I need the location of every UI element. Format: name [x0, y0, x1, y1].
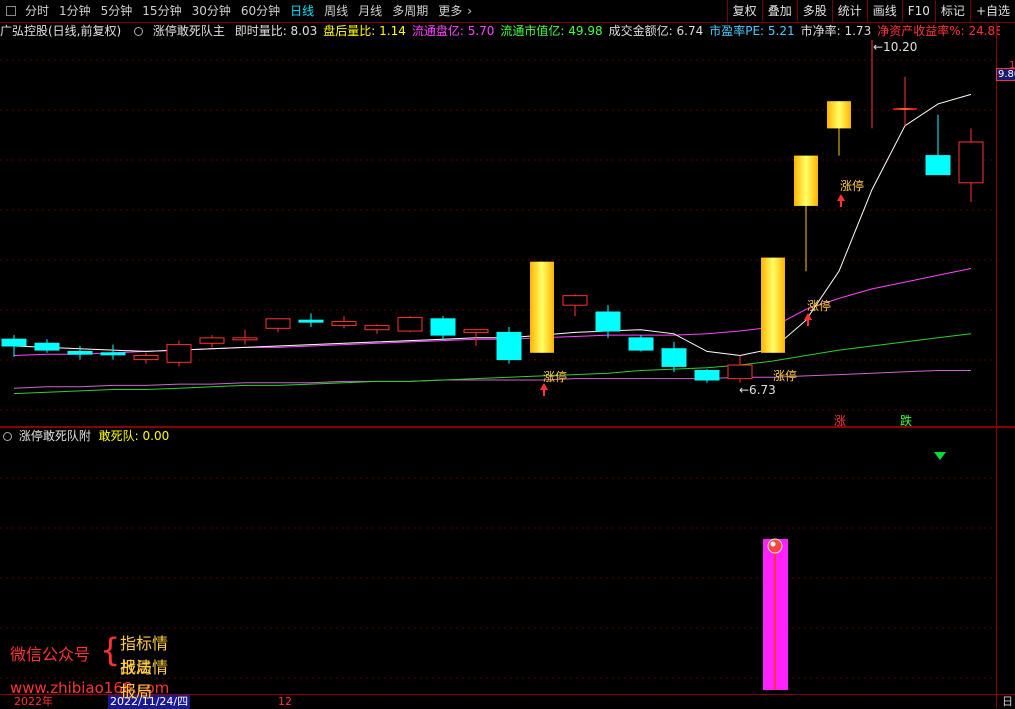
- candle-body: [100, 352, 126, 356]
- candle-body: [727, 364, 753, 380]
- candle-body: [298, 319, 324, 323]
- ma-thin-line: [13, 370, 971, 389]
- info-item-1: 盘后量比: 1.14: [323, 24, 406, 38]
- toolbar-button-6[interactable]: 标记: [934, 0, 970, 22]
- info-item-5: 市盈率PE: 5.21: [709, 24, 795, 38]
- period-tab-2[interactable]: 5分钟: [96, 0, 138, 22]
- watermark-left: 微信公众号: [10, 645, 91, 664]
- kline-chart[interactable]: 涨停 涨停涨停涨停←10.20←6.73涨跌: [0, 40, 1000, 426]
- candle-body: [958, 141, 984, 184]
- period-tab-6[interactable]: 日线: [285, 0, 319, 22]
- candle-body: [133, 355, 159, 361]
- month-label: 12: [278, 695, 292, 708]
- toolbar-button-5[interactable]: F10: [901, 0, 935, 22]
- more-arrow-icon[interactable]: ›: [467, 0, 477, 22]
- candle-body: [794, 155, 818, 206]
- candle-body: [364, 325, 390, 331]
- period-tab-0[interactable]: 分时: [20, 0, 54, 22]
- limit-up-arrow-1: [540, 383, 548, 390]
- limit-up-arrow-2: [804, 313, 812, 320]
- candle-body: [1, 338, 27, 347]
- down-signal-triangle: [934, 452, 946, 460]
- high-price-label: ←10.20: [873, 40, 917, 54]
- info-item-7: 净资产收益率%: 24.88: [877, 24, 1000, 38]
- limit-up-label-1: 涨停: [543, 369, 567, 384]
- year-label: 2022年: [14, 695, 53, 708]
- toolbar-button-4[interactable]: 画线: [866, 0, 902, 22]
- candle-body: [496, 331, 522, 361]
- indicator-menu-icon[interactable]: [134, 27, 144, 36]
- indicator-info-line: 广弘控股(日线,前复权) 涨停敢死队主 即时量比: 8.03 盘后量比: 1.14…: [0, 22, 1000, 40]
- candle-body: [595, 311, 621, 332]
- ma-white-line: [13, 93, 972, 357]
- period-tab-9[interactable]: 多周期: [387, 0, 433, 22]
- period-tab-1[interactable]: 1分钟: [54, 0, 96, 22]
- candle-body: [430, 318, 456, 336]
- candle-body: [67, 350, 93, 355]
- candle-body: [331, 321, 357, 327]
- toolbar-button-3[interactable]: 统计: [831, 0, 867, 22]
- signal-ball-icon: [767, 538, 783, 554]
- toolbar-actions: 复权 叠加 多股 统计 画线 F10 标记 +自选: [726, 0, 1015, 22]
- toolbar-button-1[interactable]: 叠加: [761, 0, 797, 22]
- candle-body: [694, 369, 720, 381]
- stock-title: 广弘控股(日线,前复权): [0, 24, 122, 38]
- candle-body: [265, 318, 291, 329]
- period-tab-7[interactable]: 周线: [319, 0, 353, 22]
- low-price-label: ←6.73: [739, 383, 776, 397]
- candle-body: [925, 155, 951, 176]
- indicator-name[interactable]: 涨停敢死队主: [153, 24, 225, 38]
- info-item-6: 市净率: 1.73: [800, 24, 872, 38]
- panel-toggle-icon[interactable]: [6, 6, 16, 16]
- period-tabs: 分时 1分钟 5分钟 15分钟 30分钟 60分钟 日线 周线 月线 多周期 更多 ›: [0, 0, 477, 22]
- candle-body: [166, 344, 192, 363]
- die-marker: 跌: [900, 413, 912, 426]
- limit-up-arrow-3: [837, 194, 845, 201]
- limit-up-label-4: 涨停: [840, 178, 864, 193]
- moving-averages: [13, 93, 972, 395]
- limit-up-label-3: 涨停: [807, 298, 831, 313]
- candle-body: [34, 342, 60, 351]
- candle-body: [199, 337, 225, 344]
- watermark-line2: 战法情报局: [120, 658, 169, 701]
- candle-body: [463, 329, 489, 333]
- limit-up-label-2: 涨停: [773, 368, 797, 383]
- candle-body: [232, 337, 258, 341]
- candles: [1, 40, 984, 383]
- period-tab-3[interactable]: 15分钟: [137, 0, 186, 22]
- current-price-label: 9.80: [996, 68, 1015, 81]
- period-tab-5[interactable]: 60分钟: [236, 0, 285, 22]
- toolbar-button-2[interactable]: 多股: [796, 0, 832, 22]
- period-tab-8[interactable]: 月线: [353, 0, 387, 22]
- candle-body: [628, 337, 654, 351]
- candle-body: [827, 101, 851, 129]
- toolbar-button-0[interactable]: 复权: [726, 0, 762, 22]
- period-toolbar: 分时 1分钟 5分钟 15分钟 30分钟 60分钟 日线 周线 月线 多周期 更多 › 复权 叠加 多股统…: [0, 0, 1015, 23]
- period-tab-10[interactable]: 更多: [433, 0, 467, 22]
- candle-body: [562, 295, 588, 306]
- candle-body: [530, 261, 554, 353]
- indicator-values: 即时量比: 8.03 盘后量比: 1.14 流通盘亿: 5.70 流通市值亿: 49.…: [235, 24, 1000, 38]
- toolbar-button-7[interactable]: +自选: [969, 0, 1015, 22]
- axis-corner-label: 日: [1002, 695, 1013, 708]
- zhang-marker: 涨: [834, 413, 846, 426]
- candle-body: [661, 348, 687, 367]
- info-item-0: 即时量比: 8.03: [234, 24, 318, 38]
- watermark-brace: {: [100, 631, 121, 669]
- candle-body: [893, 108, 917, 110]
- info-item-3: 流通市值亿: 49.98: [500, 24, 603, 38]
- signal-ball-highlight: [770, 541, 776, 547]
- info-item-4: 成交金额亿: 6.74: [608, 24, 704, 38]
- candle-body: [761, 257, 785, 353]
- watermark: 微信公众号 { 指标情报局 战法情报局 www.zhibiao168.com: [10, 630, 169, 701]
- info-item-2: 流通盘亿: 5.70: [411, 24, 495, 38]
- period-tab-4[interactable]: 30分钟: [187, 0, 236, 22]
- candle-body: [397, 316, 423, 332]
- price-axis[interactable]: 1 9.80: [996, 22, 1015, 708]
